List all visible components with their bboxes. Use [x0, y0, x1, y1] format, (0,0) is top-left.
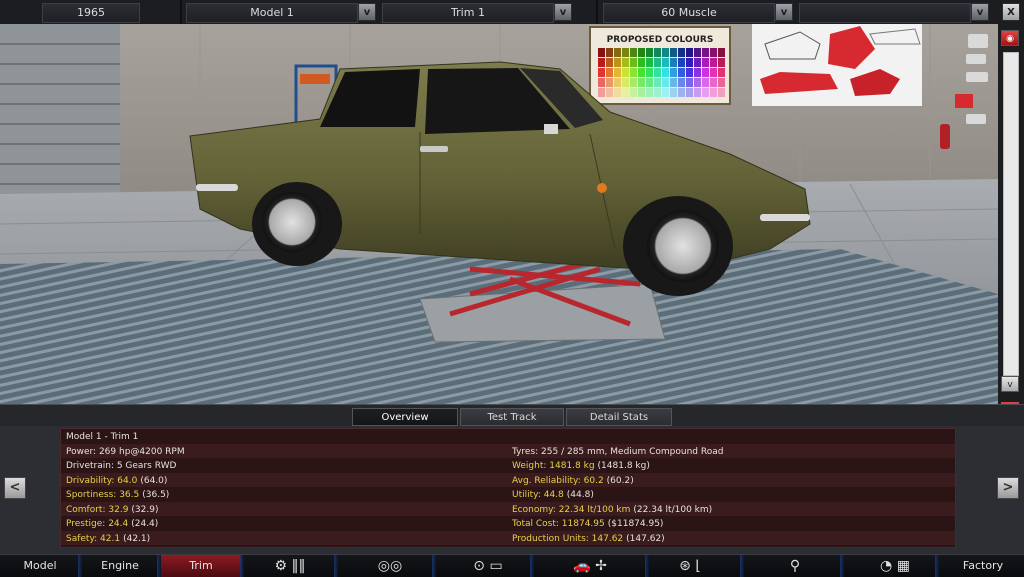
- stat-base-value: (42.1): [123, 533, 151, 544]
- stat-label: Avg. Reliability:: [512, 475, 581, 486]
- stat-base-value: ($11874.95): [607, 519, 664, 529]
- stat-value: 24.4: [108, 519, 129, 529]
- trim-dropdown-button[interactable]: v: [554, 3, 572, 21]
- model-dropdown-button[interactable]: v: [358, 3, 376, 21]
- stat-weight: Weight: 1481.8 kg (1481.8 kg): [512, 459, 650, 474]
- stat-base-value: (60.2): [606, 475, 634, 486]
- stat-label: Utility:: [512, 490, 541, 500]
- variant-dropdown-button[interactable]: v: [971, 3, 989, 21]
- viewport-sidebar: ◉ v ✕: [998, 24, 1024, 418]
- stat-value: 147.62: [591, 533, 624, 544]
- top-toolbar: 1965 Model 1 v Trim 1 v 60 Muscle v v X: [0, 0, 1024, 25]
- stats-title: Model 1 - Trim 1: [66, 432, 139, 442]
- trim-select[interactable]: Trim 1: [382, 3, 554, 23]
- nav-divider: [935, 555, 939, 577]
- stat-reliability: Avg. Reliability: 60.2 (60.2): [512, 474, 634, 489]
- stat-production-units: Production Units: 147.62 (147.62): [512, 532, 665, 547]
- stat-value: 44.8: [543, 490, 564, 500]
- tuning-icon[interactable]: ⚲: [770, 555, 820, 577]
- stat-drivetrain: Drivetrain: 5 Gears RWD: [66, 461, 177, 471]
- eye-icon[interactable]: ◉: [1001, 30, 1019, 46]
- stat-base-value: (44.8): [566, 490, 594, 500]
- table-stripe: [61, 530, 955, 545]
- stat-base-value: (24.4): [131, 519, 159, 529]
- stat-label: Safety:: [66, 533, 98, 544]
- stat-base-value: (1481.8 kg): [597, 461, 650, 471]
- tab-overview[interactable]: Overview: [352, 408, 458, 426]
- stat-label: Weight:: [512, 461, 547, 471]
- close-button[interactable]: X: [1002, 3, 1020, 21]
- nav-divider: [740, 555, 744, 577]
- stat-total-cost: Total Cost: 11874.95 ($11874.95): [512, 517, 663, 532]
- stat-label: Total Cost:: [512, 519, 559, 529]
- overview-stats-table: Model 1 - Trim 1 Power: 269 hp@4200 RPM …: [60, 428, 956, 548]
- poster-title: PROPOSED COLOURS: [607, 35, 714, 45]
- stat-comfort: Comfort: 32.9 (32.9): [66, 503, 158, 518]
- previous-trim-button[interactable]: <: [4, 477, 26, 499]
- stat-value: 22.34 lt/100 km: [558, 504, 631, 515]
- variant-select[interactable]: [799, 3, 971, 23]
- car-3d-viewport[interactable]: PROPOSED COLOURS: [0, 24, 998, 404]
- nav-trim[interactable]: Trim: [161, 555, 241, 577]
- zoom-scrollbar[interactable]: [1003, 52, 1019, 376]
- test-drive-flag-icon[interactable]: ◔ ▦: [865, 555, 925, 577]
- stat-label: Drivability:: [66, 475, 115, 486]
- stat-base-value: (22.34 lt/100 km): [633, 504, 713, 515]
- bottom-navigation: Model Engine Trim ⚙ ‖‖ ◎◎ ⊙ ▭ 🚗 ✢ ⊛ ⌊ ⚲ …: [0, 554, 1024, 577]
- year-field[interactable]: 1965: [42, 3, 140, 23]
- stat-label: Economy:: [512, 504, 556, 515]
- stat-sportiness: Sportiness: 36.5 (36.5): [66, 488, 169, 503]
- stat-label: Comfort:: [66, 504, 106, 515]
- stat-label: Prestige:: [66, 519, 106, 529]
- stat-tyres: Tyres: 255 / 285 mm, Medium Compound Roa…: [512, 446, 724, 457]
- nav-engine[interactable]: Engine: [82, 555, 158, 577]
- suspension-icon[interactable]: ⊙ ▭: [458, 555, 518, 577]
- nav-divider: [530, 555, 534, 577]
- table-stripe: [61, 472, 955, 487]
- toolbar-divider: [180, 0, 182, 24]
- nav-divider: [840, 555, 844, 577]
- nav-divider: [432, 555, 436, 577]
- tab-detail-stats[interactable]: Detail Stats: [566, 408, 672, 426]
- stat-value: 11874.95: [561, 519, 605, 529]
- stat-value: 64.0: [117, 475, 138, 486]
- body-select[interactable]: 60 Muscle: [603, 3, 775, 23]
- stat-power: Power: 269 hp@4200 RPM: [66, 446, 185, 457]
- scroll-down-button[interactable]: v: [1001, 376, 1019, 392]
- nav-divider: [334, 555, 338, 577]
- stats-tabs: Overview Test Track Detail Stats: [0, 404, 1024, 427]
- body-dropdown-button[interactable]: v: [775, 3, 793, 21]
- stat-value: 36.5: [119, 490, 140, 500]
- stat-value: 60.2: [583, 475, 604, 486]
- stat-base-value: (64.0): [140, 475, 168, 486]
- stat-label: Production Units:: [512, 533, 589, 544]
- gearbox-icon[interactable]: ⚙ ‖‖: [265, 555, 315, 577]
- stat-value: 42.1: [100, 533, 121, 544]
- model-select[interactable]: Model 1: [186, 3, 358, 23]
- toolbar-divider: [596, 0, 598, 24]
- stat-value: 32.9: [108, 504, 129, 515]
- wheels-icon[interactable]: ◎◎: [360, 555, 420, 577]
- stat-base-value: (36.5): [142, 490, 170, 500]
- table-stripe: [61, 501, 955, 516]
- nav-model[interactable]: Model: [0, 555, 80, 577]
- nav-divider: [645, 555, 649, 577]
- stat-safety: Safety: 42.1 (42.1): [66, 532, 150, 547]
- interior-icon[interactable]: ⊛ ⌊: [665, 555, 715, 577]
- stat-label: Sportiness:: [66, 490, 117, 500]
- tab-test-track[interactable]: Test Track: [460, 408, 564, 426]
- table-stripe: [61, 443, 955, 458]
- nav-divider: [240, 555, 244, 577]
- garage-scene: PROPOSED COLOURS: [0, 24, 998, 404]
- body-aero-icon[interactable]: 🚗 ✢: [545, 555, 635, 577]
- stat-utility: Utility: 44.8 (44.8): [512, 488, 594, 503]
- next-trim-button[interactable]: >: [997, 477, 1019, 499]
- stat-prestige: Prestige: 24.4 (24.4): [66, 517, 158, 532]
- stat-value: 1481.8 kg: [549, 461, 595, 471]
- nav-factory[interactable]: Factory: [942, 555, 1024, 577]
- stat-base-value: (147.62): [626, 533, 665, 544]
- stat-base-value: (32.9): [131, 504, 159, 515]
- stat-drivability: Drivability: 64.0 (64.0): [66, 474, 167, 489]
- stat-economy: Economy: 22.34 lt/100 km (22.34 lt/100 km…: [512, 503, 712, 518]
